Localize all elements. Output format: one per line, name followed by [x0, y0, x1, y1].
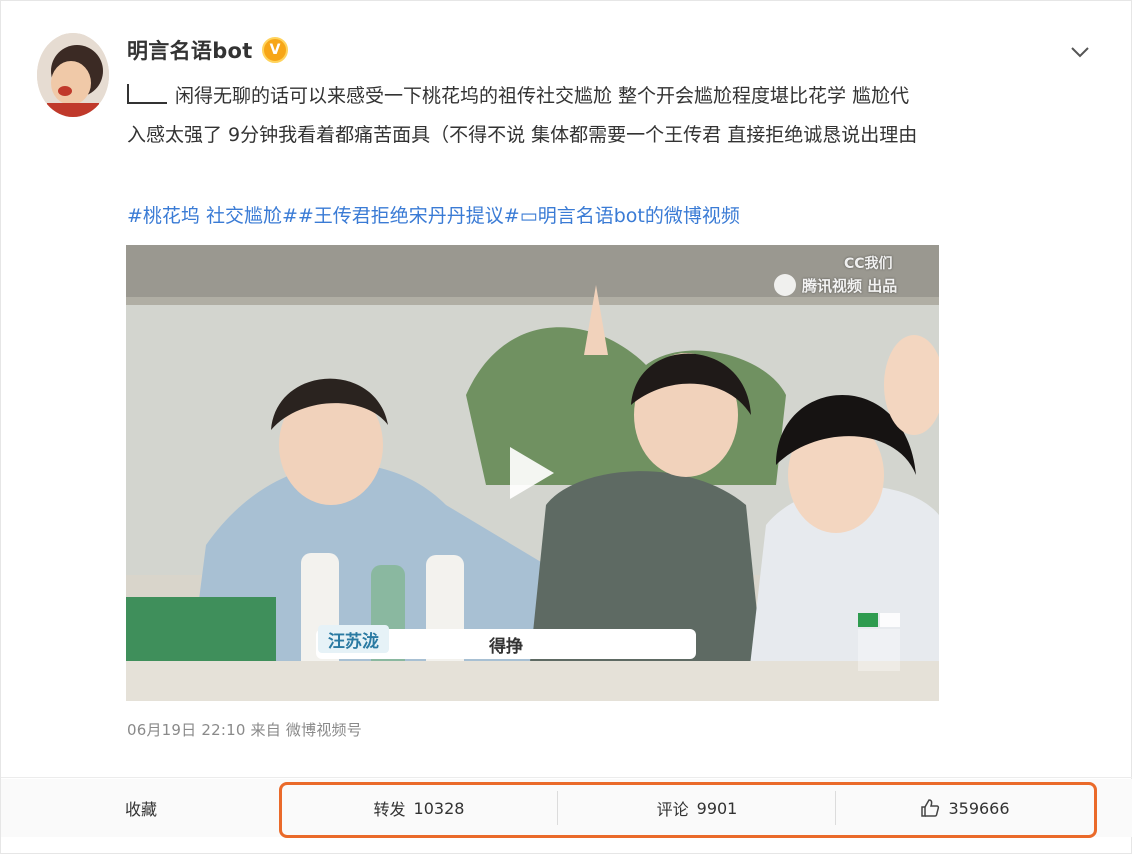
collect-button[interactable]: 收藏	[81, 779, 201, 837]
source-prefix: 来自	[250, 721, 281, 739]
video-corner-tag: CC我们	[844, 256, 893, 272]
comment-count: 9901	[696, 798, 738, 818]
username[interactable]: 明言名语bot	[127, 35, 253, 65]
play-icon[interactable]	[506, 443, 558, 503]
post-text: 闲得无聊的话可以来感受一下桃花坞的祖传社交尴尬 整个开会尴尬程度堪比花学 尴尬代…	[127, 77, 1087, 155]
hashtag-row: #桃花坞 社交尴尬##王传君拒绝宋丹丹提议#▭明言名语bot的微博视频	[127, 201, 740, 228]
like-button[interactable]: 359666	[836, 779, 1094, 837]
weibo-post-card: 明言名语bot V 闲得无聊的话可以来感受一下桃花坞的祖传社交尴尬 整个开会尴尬…	[0, 0, 1132, 854]
post-text-line-1: 闲得无聊的话可以来感受一下桃花坞的祖传社交尴尬 整个开会尴尬程度堪比花学 尴尬代	[175, 85, 910, 107]
hashtag-taohuawu[interactable]: #桃花坞 社交尴尬#	[127, 205, 298, 227]
repost-button[interactable]: 转发 10328	[280, 779, 558, 837]
repost-count: 10328	[413, 798, 465, 818]
video-watermark: 腾讯视频 出品	[774, 271, 934, 299]
avatar-image	[37, 33, 109, 117]
video-link-icon: ▭	[519, 205, 538, 227]
like-count: 359666	[948, 798, 1010, 818]
repost-label: 转发	[373, 800, 406, 819]
comment-label: 评论	[656, 800, 689, 819]
collect-label: 收藏	[124, 800, 157, 819]
post-meta: 06月19日 22:10 来自 微博视频号	[127, 719, 362, 740]
post-source[interactable]: 微博视频号	[286, 721, 362, 739]
hashtag-wangchuanjun[interactable]: #王传君拒绝宋丹丹提议#	[298, 205, 520, 227]
verified-badge-icon: V	[262, 37, 288, 63]
weibo-video-link[interactable]: 明言名语bot的微博视频	[538, 205, 740, 227]
divider	[1, 777, 1132, 778]
thumbs-up-icon	[921, 799, 940, 817]
avatar[interactable]	[37, 33, 109, 117]
action-bar: 收藏 转发 10328 评论 9901 359666	[1, 779, 1132, 837]
show-logo-icon	[858, 613, 900, 671]
chevron-down-icon[interactable]	[1067, 39, 1093, 65]
post-timestamp[interactable]: 06月19日 22:10	[127, 721, 246, 739]
post-text-line-2: 入感太强了 9分钟我看着都痛苦面具（不得不说 集体都需要一个王传君 直接拒绝诚恳…	[127, 124, 918, 146]
video-player[interactable]: CC我们 腾讯视频 出品 得挣 汪苏泷	[126, 245, 939, 701]
speaker-name-tag: 汪苏泷	[318, 625, 389, 653]
tencent-video-logo-icon	[774, 274, 796, 296]
comment-button[interactable]: 评论 9901	[558, 779, 836, 837]
corner-bracket-icon	[127, 84, 167, 104]
watermark-text: 腾讯视频 出品	[802, 276, 898, 295]
